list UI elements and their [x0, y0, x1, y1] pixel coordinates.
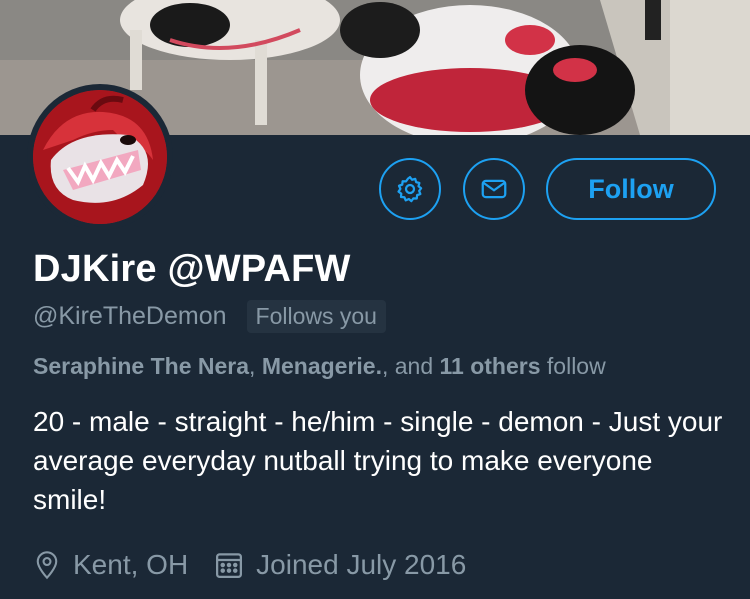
follow-button-label: Follow — [588, 173, 674, 204]
message-button[interactable] — [463, 158, 525, 220]
followers-others-count[interactable]: 11 others — [440, 353, 541, 379]
joined-date-text: Joined July 2016 — [256, 549, 467, 580]
location-pin-icon — [33, 550, 61, 580]
follows-you-badge: Follows you — [246, 300, 386, 333]
profile-bio: 20 - male - straight - he/him - single -… — [33, 406, 723, 515]
display-name: DJKire @WPAFW — [33, 248, 351, 290]
followed-by-separator-1: , — [249, 353, 262, 379]
location-text: Kent, OH — [73, 549, 189, 580]
calendar-icon — [214, 550, 244, 580]
followed-by-line[interactable]: Seraphine The Nera, Menagerie., and 11 o… — [33, 353, 606, 380]
followed-by-separator-2: , and — [381, 353, 440, 379]
profile-avatar[interactable] — [27, 84, 173, 230]
followed-by-suffix: follow — [540, 353, 606, 379]
username-handle: @KireTheDemon — [33, 302, 227, 330]
settings-button[interactable] — [379, 158, 441, 220]
follow-button[interactable]: Follow — [546, 158, 716, 220]
gear-icon — [395, 174, 425, 204]
handle-row: @KireTheDemon Follows you — [33, 300, 386, 333]
avatar-image — [33, 90, 167, 224]
follower-name-2[interactable]: Menagerie. — [262, 353, 382, 379]
follower-name-1[interactable]: Seraphine The Nera — [33, 353, 249, 379]
envelope-icon — [479, 174, 509, 204]
profile-meta: Kent, OH Joined July 2016 — [33, 549, 466, 581]
